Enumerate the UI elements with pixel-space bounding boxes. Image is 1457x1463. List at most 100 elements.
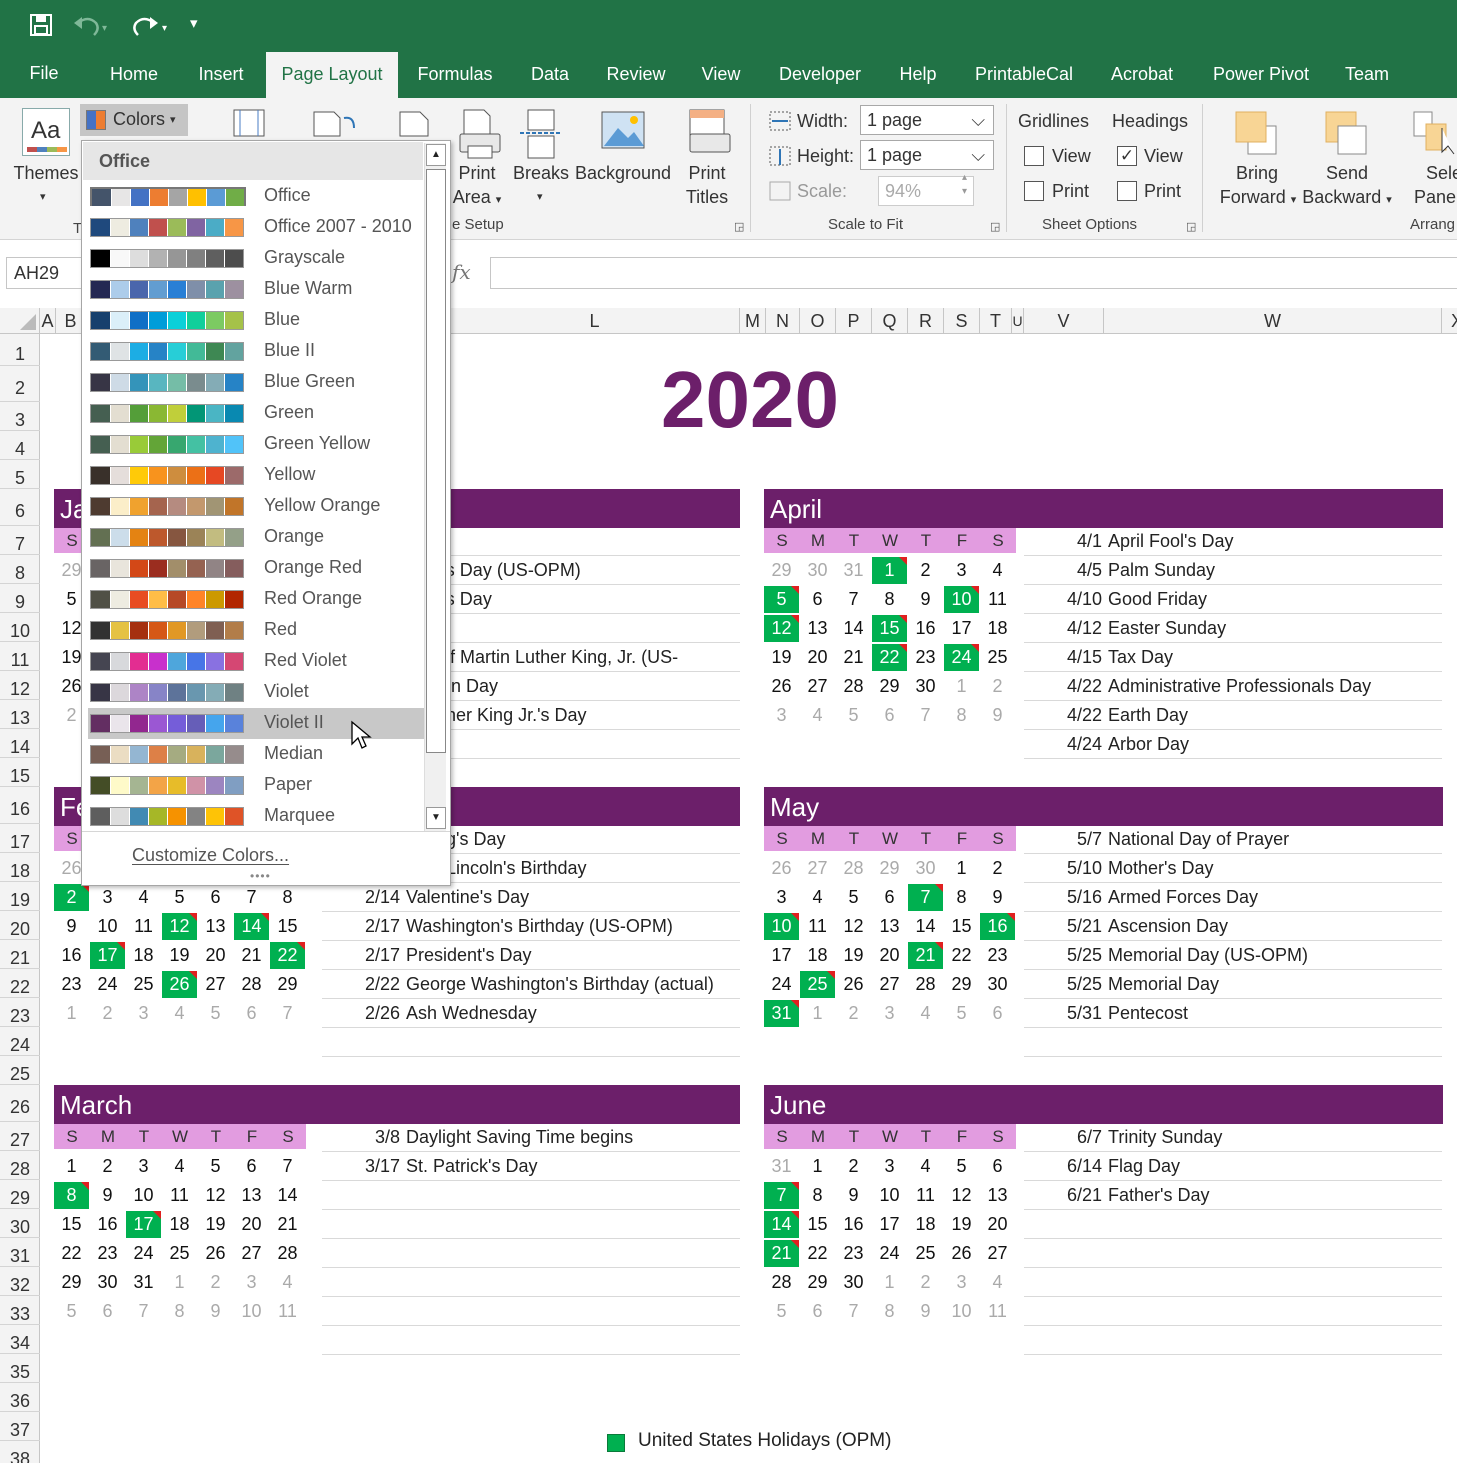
calendar-day[interactable]: 30 (800, 557, 835, 584)
holiday-day[interactable]: 10 (944, 586, 979, 613)
holiday-day[interactable]: 2 (54, 884, 89, 911)
row-header[interactable]: 27 (0, 1122, 40, 1151)
calendar-day[interactable]: 16 (90, 1211, 125, 1238)
row-header[interactable]: 17 (0, 824, 40, 853)
calendar-day[interactable]: 5 (162, 884, 197, 911)
column-header[interactable]: T (980, 308, 1012, 334)
row-header[interactable]: 32 (0, 1267, 40, 1296)
calendar-day[interactable]: 30 (908, 855, 943, 882)
column-header[interactable]: A (40, 308, 56, 334)
calendar-day[interactable]: 1 (944, 673, 979, 700)
calendar-day[interactable]: 19 (198, 1211, 233, 1238)
calendar-day[interactable]: 3 (764, 884, 799, 911)
calendar-day[interactable]: 23 (836, 1240, 871, 1267)
holiday-day[interactable]: 1 (872, 557, 907, 584)
calendar-day[interactable]: 26 (198, 1240, 233, 1267)
calendar-day[interactable]: 23 (90, 1240, 125, 1267)
holiday-day[interactable]: 22 (872, 644, 907, 671)
event-row[interactable] (1024, 1028, 1442, 1057)
tab-printablecal[interactable]: PrintableCal (966, 52, 1082, 98)
calendar-day[interactable]: 25 (908, 1240, 943, 1267)
event-row[interactable]: 6/21 Father's Day (1024, 1181, 1442, 1210)
calendar-day[interactable]: 31 (836, 557, 871, 584)
holiday-day[interactable]: 12 (162, 913, 197, 940)
print-area-icon[interactable] (456, 108, 502, 160)
calendar-day[interactable]: 26 (764, 673, 799, 700)
calendar-day[interactable]: 2 (908, 1269, 943, 1296)
calendar-day[interactable]: 22 (944, 942, 979, 969)
calendar-day[interactable]: 8 (800, 1182, 835, 1209)
calendar-day[interactable]: 11 (980, 586, 1015, 613)
event-row[interactable] (322, 1028, 740, 1057)
event-row[interactable]: 6/14 Flag Day (1024, 1152, 1442, 1181)
print-area-label-2[interactable]: Area ▾ (446, 186, 508, 211)
row-header[interactable]: 38 (0, 1441, 40, 1463)
themes-dropdown-icon[interactable]: ▾ (40, 186, 46, 208)
event-row[interactable]: 4/15 Tax Day (1024, 643, 1442, 672)
event-row[interactable]: 2/26 Ash Wednesday (322, 999, 740, 1028)
calendar-day[interactable]: 3 (90, 884, 125, 911)
dropdown-scrollbar[interactable]: ▲ ▼ (424, 143, 446, 831)
calendar-day[interactable]: 26 (944, 1240, 979, 1267)
calendar-day[interactable]: 3 (234, 1269, 269, 1296)
event-row[interactable]: 4/5 Palm Sunday (1024, 556, 1442, 585)
width-select[interactable]: 1 page ⌵ (860, 105, 994, 135)
calendar-day[interactable]: 7 (234, 884, 269, 911)
calendar-day[interactable]: 12 (836, 913, 871, 940)
print-titles-icon[interactable] (686, 108, 732, 160)
tab-file[interactable]: File (18, 52, 70, 98)
column-header[interactable]: R (908, 308, 944, 334)
calendar-day[interactable]: 6 (198, 884, 233, 911)
calendar-day[interactable]: 20 (234, 1211, 269, 1238)
scroll-thumb[interactable] (426, 169, 446, 753)
calendar-day[interactable]: 31 (126, 1269, 161, 1296)
row-header[interactable]: 16 (0, 787, 40, 824)
bring-forward-icon[interactable] (1234, 108, 1280, 158)
calendar-day[interactable]: 10 (872, 1182, 907, 1209)
row-header[interactable]: 20 (0, 911, 40, 940)
calendar-day[interactable]: 4 (126, 884, 161, 911)
headings-view-checkbox[interactable]: ✓ (1117, 146, 1137, 166)
undo-icon[interactable]: ▾ (72, 13, 108, 37)
calendar-day[interactable]: 7 (270, 1153, 305, 1180)
calendar-day[interactable]: 29 (872, 855, 907, 882)
column-header[interactable]: M (740, 308, 766, 334)
calendar-day[interactable]: 24 (872, 1240, 907, 1267)
calendar-day[interactable]: 6 (234, 1153, 269, 1180)
row-header[interactable]: 7 (0, 526, 40, 555)
calendar-day[interactable]: 6 (980, 1000, 1015, 1027)
tab-data[interactable]: Data (520, 52, 580, 98)
calendar-day[interactable]: 4 (980, 557, 1015, 584)
holiday-day[interactable]: 14 (764, 1211, 799, 1238)
print-area-label-1[interactable]: Print (446, 162, 508, 184)
calendar-day[interactable]: 6 (800, 586, 835, 613)
calendar-day[interactable]: 8 (944, 702, 979, 729)
calendar-day[interactable]: 10 (126, 1182, 161, 1209)
calendar-day[interactable]: 4 (162, 1153, 197, 1180)
calendar-day[interactable]: 1 (800, 1153, 835, 1180)
event-row[interactable] (322, 1239, 740, 1268)
color-scheme-item[interactable]: Blue Green (88, 367, 424, 398)
column-header[interactable]: N (766, 308, 800, 334)
calendar-day[interactable]: 13 (198, 913, 233, 940)
calendar-day[interactable]: 30 (980, 971, 1015, 998)
calendar-day[interactable]: 11 (162, 1182, 197, 1209)
calendar-day[interactable]: 9 (980, 884, 1015, 911)
event-row[interactable]: 2/22 George Washington's Birthday (actual… (322, 970, 740, 999)
calendar-day[interactable]: 13 (234, 1182, 269, 1209)
calendar-day[interactable]: 19 (764, 644, 799, 671)
scale-launcher-icon[interactable]: ◲ (990, 220, 1000, 233)
row-header[interactable]: 13 (0, 700, 40, 729)
tab-help[interactable]: Help (890, 52, 946, 98)
calendar-day[interactable]: 23 (908, 644, 943, 671)
customize-colors-item[interactable]: Customize Colors... (132, 845, 289, 866)
tab-view[interactable]: View (692, 52, 750, 98)
calendar-day[interactable]: 20 (980, 1211, 1015, 1238)
calendar-day[interactable]: 5 (944, 1153, 979, 1180)
row-header[interactable]: 5 (0, 460, 40, 489)
tab-power-pivot[interactable]: Power Pivot (1202, 52, 1320, 98)
calendar-day[interactable]: 1 (54, 1000, 89, 1027)
calendar-day[interactable]: 28 (836, 855, 871, 882)
event-row[interactable] (322, 1210, 740, 1239)
calendar-day[interactable]: 1 (800, 1000, 835, 1027)
